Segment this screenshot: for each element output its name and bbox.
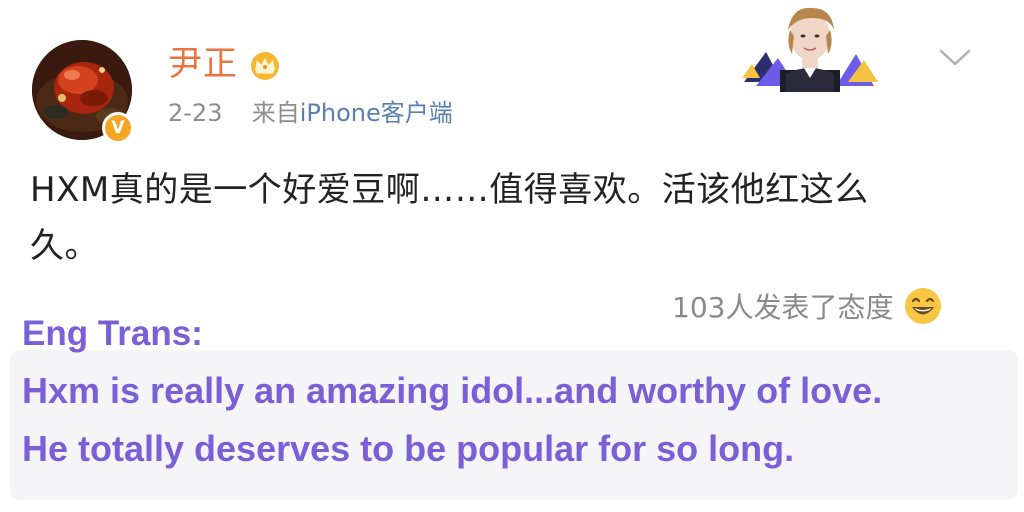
post-text: HXM真的是一个好爱豆啊……值得喜欢。活该他红这么 久。 [30,162,970,274]
portrait-card[interactable] [740,0,880,92]
post-text-line-1: HXM真的是一个好爱豆啊……值得喜欢。活该他红这么 [30,170,869,210]
translation-line-2: He totally deserves to be popular for so… [22,428,795,469]
crown-icon[interactable] [247,50,283,80]
chevron-down-icon[interactable] [938,46,972,68]
post-device[interactable]: iPhone客户端 [300,99,453,127]
post-meta: 2-23 来自iPhone客户端 [168,96,453,130]
reactions-count-label: 103人发表了态度 [672,291,894,324]
reactions-button[interactable]: 103人发表了态度 [672,285,943,327]
author-name[interactable]: 尹正 [168,42,238,86]
source-prefix: 来自 [251,99,300,127]
laugh-emoji-icon[interactable] [903,286,943,326]
post-date: 2-23 [168,99,223,127]
verified-badge: V [102,112,134,144]
translation-line-1: Hxm is really an amazing idol...and wort… [22,370,883,411]
translation-heading: Eng Trans: [22,314,203,353]
post-text-line-2: 久。 [30,226,99,266]
author-avatar-wrap[interactable]: V [32,40,138,146]
weibo-post: V 尹正 2-23 来自iPhone客户端 HXM真的是一个好爱豆啊……值得喜欢… [0,0,1024,512]
